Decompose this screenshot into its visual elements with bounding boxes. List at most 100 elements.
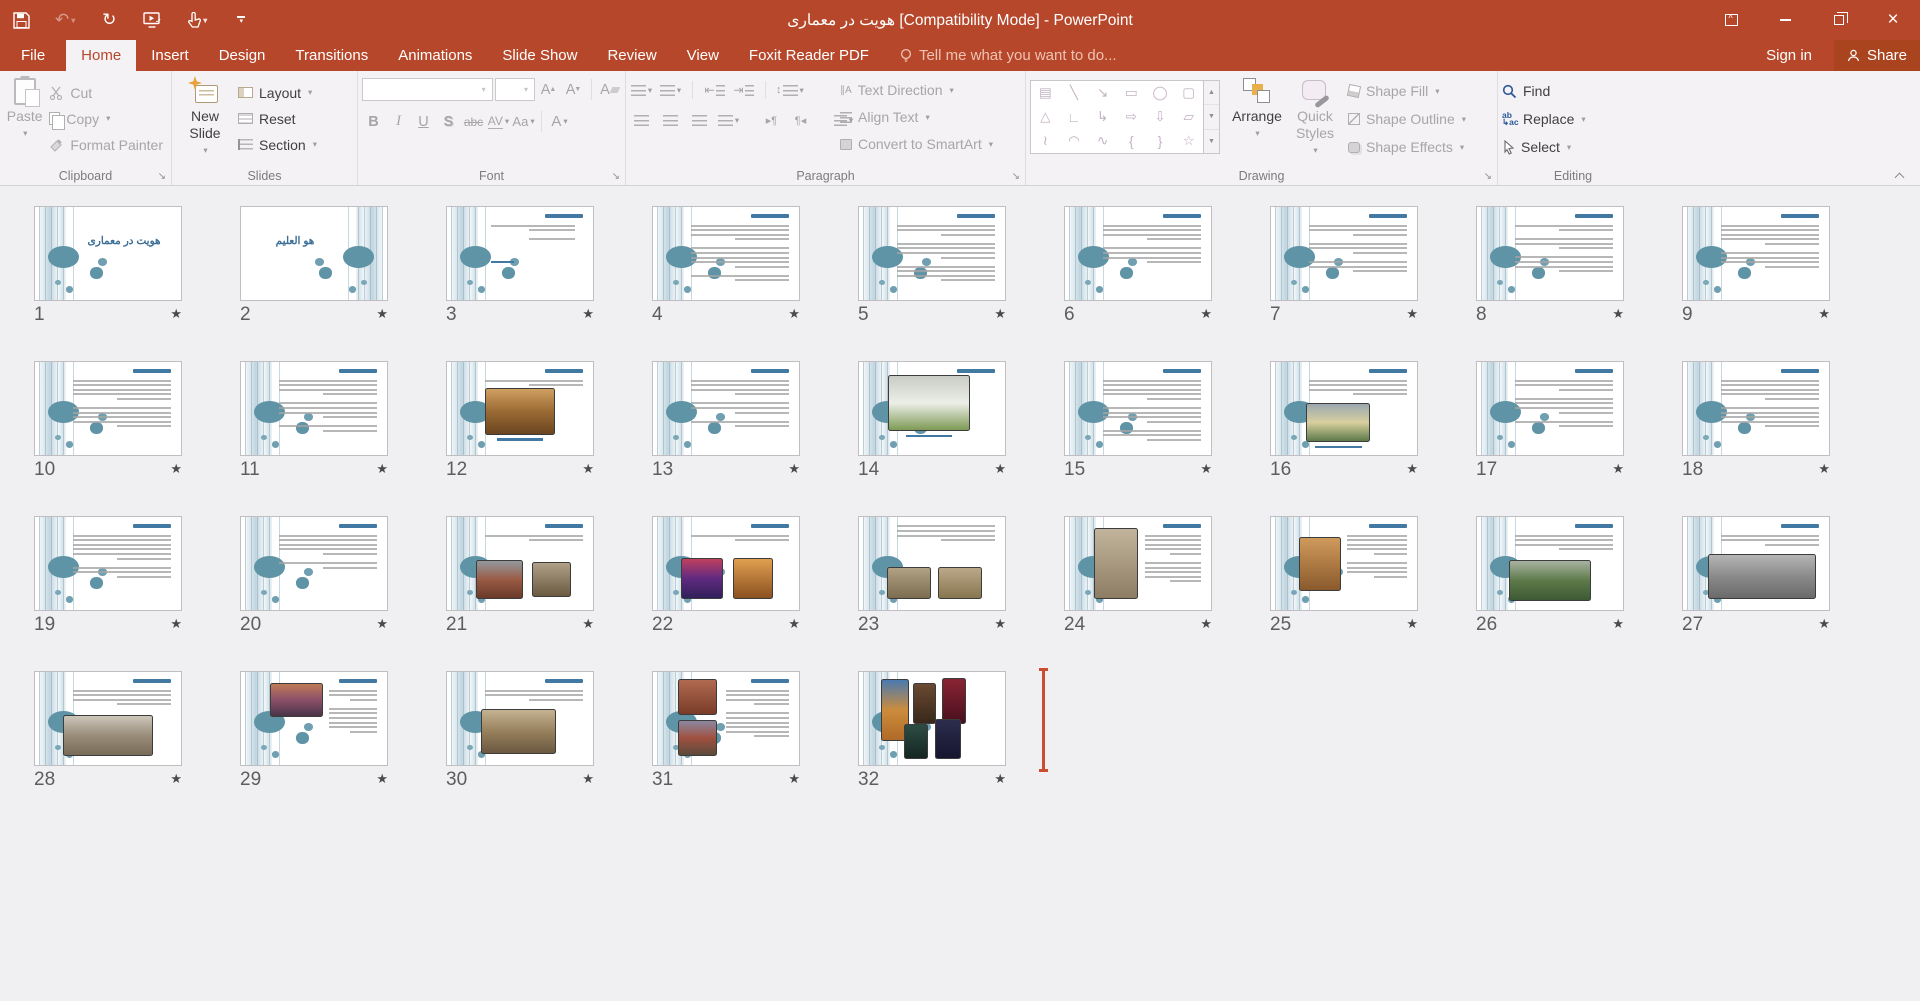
copy-button[interactable]: Copy ▾ — [45, 106, 167, 131]
tab-view[interactable]: View — [672, 40, 734, 71]
reset-button[interactable]: Reset — [234, 106, 321, 131]
increase-font-size-button[interactable]: A▲ — [537, 78, 560, 101]
character-spacing-button[interactable]: AV▾ — [487, 110, 510, 133]
shape-outline-button[interactable]: Shape Outline ▾ — [1348, 107, 1466, 131]
transition-star-icon[interactable]: ★ — [170, 770, 182, 788]
transition-star-icon[interactable]: ★ — [1406, 460, 1418, 478]
transition-star-icon[interactable]: ★ — [788, 770, 800, 788]
clear-formatting-button[interactable]: A — [598, 78, 621, 101]
justify-button[interactable]: ▾ — [717, 109, 740, 132]
shape-13-icon[interactable]: ◠ — [1060, 129, 1089, 153]
shape-8-icon[interactable]: ↳ — [1088, 105, 1117, 129]
shapes-gallery-more-icon[interactable]: ▼ — [1204, 130, 1219, 153]
shape-11-icon[interactable]: ▱ — [1174, 105, 1203, 129]
slide-thumbnail-20[interactable] — [240, 516, 388, 611]
select-button[interactable]: Select ▾ — [1502, 135, 1586, 159]
layout-button[interactable]: Layout ▾ — [234, 80, 321, 105]
slide-thumbnail-30[interactable] — [446, 671, 594, 766]
tab-home[interactable]: Home — [66, 40, 136, 71]
tab-file[interactable]: File — [0, 40, 66, 71]
slide-thumbnail-24[interactable] — [1064, 516, 1212, 611]
slide-thumbnail-25[interactable] — [1270, 516, 1418, 611]
transition-star-icon[interactable]: ★ — [1818, 305, 1830, 323]
slide-thumbnail-22[interactable] — [652, 516, 800, 611]
text-shadow-button[interactable]: S — [437, 110, 460, 133]
align-text-button[interactable]: Align Text ▾ — [840, 105, 993, 129]
shape-10-icon[interactable]: ⇩ — [1146, 105, 1175, 129]
align-left-button[interactable] — [630, 109, 653, 132]
shape-0-icon[interactable]: ▤ — [1031, 81, 1060, 105]
close-icon[interactable]: × — [1866, 0, 1920, 40]
transition-star-icon[interactable]: ★ — [376, 305, 388, 323]
transition-star-icon[interactable]: ★ — [582, 615, 594, 633]
drawing-dialog-launcher-icon[interactable]: ↘ — [1484, 172, 1492, 182]
bullets-button[interactable]: ▾ — [630, 79, 653, 102]
transition-star-icon[interactable]: ★ — [1612, 305, 1624, 323]
decrease-font-size-button[interactable]: A▼ — [562, 78, 585, 101]
transition-star-icon[interactable]: ★ — [1200, 305, 1212, 323]
transition-star-icon[interactable]: ★ — [994, 615, 1006, 633]
slide-thumbnail-2[interactable]: هو العليم — [240, 206, 388, 301]
shape-17-icon[interactable]: ☆ — [1174, 129, 1203, 153]
share-button[interactable]: Share — [1834, 40, 1920, 71]
slide-thumbnail-7[interactable] — [1270, 206, 1418, 301]
left-to-right-text-button[interactable]: ▸¶ — [760, 109, 783, 132]
decrease-indent-button[interactable]: ⇤ — [703, 79, 726, 102]
bold-button[interactable]: B — [362, 110, 385, 133]
transition-star-icon[interactable]: ★ — [582, 770, 594, 788]
right-to-left-text-button[interactable]: ¶◂ — [789, 109, 812, 132]
shape-effects-button[interactable]: Shape Effects ▾ — [1348, 135, 1466, 159]
shapes-scroll-down-icon[interactable]: ▼ — [1204, 105, 1219, 129]
clipboard-dialog-launcher-icon[interactable]: ↘ — [158, 172, 166, 182]
transition-star-icon[interactable]: ★ — [788, 460, 800, 478]
transition-star-icon[interactable]: ★ — [788, 305, 800, 323]
transition-star-icon[interactable]: ★ — [1406, 305, 1418, 323]
font-size-combobox[interactable]: ▾ — [495, 78, 535, 101]
transition-star-icon[interactable]: ★ — [1200, 460, 1212, 478]
ribbon-display-options-icon[interactable] — [1704, 0, 1758, 40]
transition-star-icon[interactable]: ★ — [1818, 460, 1830, 478]
italic-button[interactable]: I — [387, 110, 410, 133]
shape-2-icon[interactable]: ↘ — [1088, 81, 1117, 105]
slide-thumbnail-23[interactable] — [858, 516, 1006, 611]
transition-star-icon[interactable]: ★ — [994, 460, 1006, 478]
transition-star-icon[interactable]: ★ — [582, 305, 594, 323]
align-center-button[interactable] — [659, 109, 682, 132]
slide-sorter-canvas[interactable]: هويت در معماری1★هو العليم2★3★4★5★6★7★8★9… — [0, 186, 1920, 1000]
transition-star-icon[interactable]: ★ — [1200, 615, 1212, 633]
slide-thumbnail-14[interactable] — [858, 361, 1006, 456]
shape-7-icon[interactable]: ∟ — [1060, 105, 1089, 129]
slide-thumbnail-10[interactable] — [34, 361, 182, 456]
transition-star-icon[interactable]: ★ — [376, 615, 388, 633]
slide-thumbnail-12[interactable] — [446, 361, 594, 456]
transition-star-icon[interactable]: ★ — [1406, 615, 1418, 633]
cut-button[interactable]: Cut — [45, 80, 167, 105]
font-color-button[interactable]: A▾ — [548, 110, 571, 133]
shape-6-icon[interactable]: △ — [1031, 105, 1060, 129]
transition-star-icon[interactable]: ★ — [170, 460, 182, 478]
slide-thumbnail-15[interactable] — [1064, 361, 1212, 456]
collapse-ribbon-icon[interactable] — [1895, 171, 1904, 180]
change-case-button[interactable]: Aa▾ — [512, 110, 535, 133]
text-direction-button[interactable]: ∥A Text Direction ▾ — [840, 78, 993, 102]
slide-thumbnail-17[interactable] — [1476, 361, 1624, 456]
align-right-button[interactable] — [688, 109, 711, 132]
slide-thumbnail-5[interactable] — [858, 206, 1006, 301]
slide-thumbnail-1[interactable]: هويت در معماری — [34, 206, 182, 301]
transition-star-icon[interactable]: ★ — [1612, 460, 1624, 478]
transition-star-icon[interactable]: ★ — [582, 460, 594, 478]
slide-thumbnail-4[interactable] — [652, 206, 800, 301]
transition-star-icon[interactable]: ★ — [994, 770, 1006, 788]
section-button[interactable]: Section ▾ — [234, 132, 321, 157]
slide-thumbnail-11[interactable] — [240, 361, 388, 456]
slide-thumbnail-9[interactable] — [1682, 206, 1830, 301]
slide-thumbnail-32[interactable] — [858, 671, 1006, 766]
tab-animations[interactable]: Animations — [383, 40, 487, 71]
minimize-icon[interactable] — [1758, 0, 1812, 40]
slide-thumbnail-13[interactable] — [652, 361, 800, 456]
underline-button[interactable]: U — [412, 110, 435, 133]
restore-down-icon[interactable] — [1812, 0, 1866, 40]
shape-5-icon[interactable]: ▢ — [1174, 81, 1203, 105]
quick-styles-button[interactable]: Quick Styles ▾ — [1286, 76, 1344, 168]
slide-thumbnail-18[interactable] — [1682, 361, 1830, 456]
